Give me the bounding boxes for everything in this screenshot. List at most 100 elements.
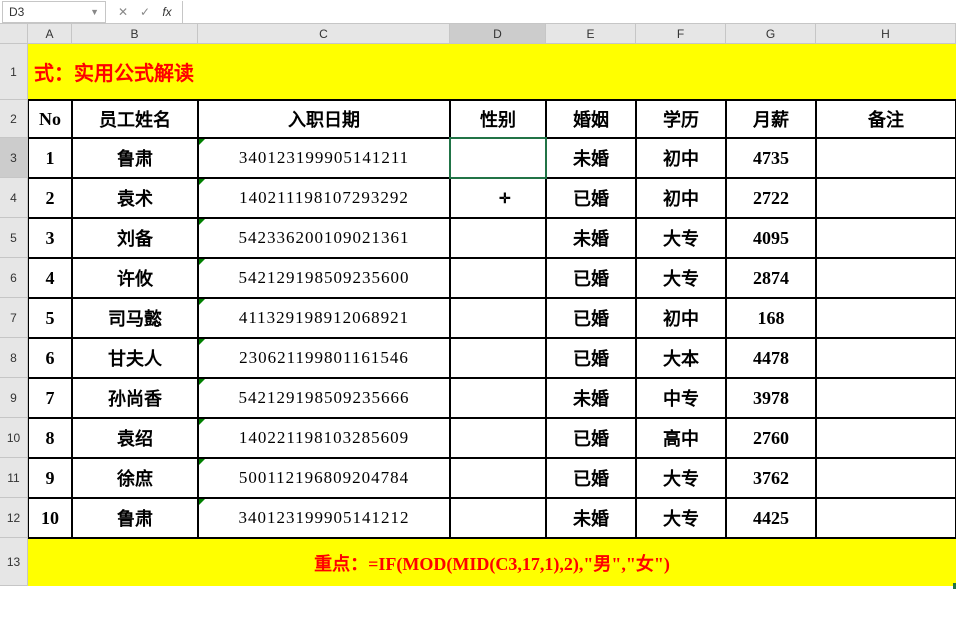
cell-gender[interactable] [450, 418, 546, 458]
row-head-12[interactable]: 12 [0, 498, 28, 538]
header-edu[interactable]: 学历 [636, 100, 726, 138]
row-head-2[interactable]: 2 [0, 100, 28, 138]
cell-marriage[interactable]: 已婚 [546, 258, 636, 298]
cell-marriage[interactable]: 已婚 [546, 458, 636, 498]
cell-remark[interactable] [816, 498, 956, 538]
cell-id[interactable]: 230621199801161546 [198, 338, 450, 378]
cell-edu[interactable]: 大专 [636, 218, 726, 258]
cell-gender[interactable] [450, 218, 546, 258]
cell-no[interactable]: 7 [28, 378, 72, 418]
cell-name[interactable]: 司马懿 [72, 298, 198, 338]
row-head-6[interactable]: 6 [0, 258, 28, 298]
cell-no[interactable]: 8 [28, 418, 72, 458]
cell-gender[interactable] [450, 498, 546, 538]
cell-salary[interactable]: 4478 [726, 338, 816, 378]
cell-salary[interactable]: 168 [726, 298, 816, 338]
name-box-dropdown-icon[interactable]: ▼ [90, 7, 99, 17]
cell-name[interactable]: 孙尚香 [72, 378, 198, 418]
name-box[interactable]: D3 ▼ [2, 1, 106, 23]
cell-gender[interactable] [450, 258, 546, 298]
cell-gender[interactable] [450, 338, 546, 378]
cell-salary[interactable]: 2722 [726, 178, 816, 218]
col-head-E[interactable]: E [546, 24, 636, 44]
cell-remark[interactable] [816, 178, 956, 218]
col-head-D[interactable]: D [450, 24, 546, 44]
header-hire[interactable]: 入职日期 [198, 100, 450, 138]
header-marriage[interactable]: 婚姻 [546, 100, 636, 138]
cell-edu[interactable]: 大专 [636, 458, 726, 498]
cell-edu[interactable]: 初中 [636, 138, 726, 178]
row-head-8[interactable]: 8 [0, 338, 28, 378]
cell-gender[interactable] [450, 378, 546, 418]
cell-remark[interactable] [816, 458, 956, 498]
cell-no[interactable]: 9 [28, 458, 72, 498]
row-head-11[interactable]: 11 [0, 458, 28, 498]
cell-id[interactable]: 542129198509235600 [198, 258, 450, 298]
cell-salary[interactable]: 2874 [726, 258, 816, 298]
cell-id[interactable]: 542129198509235666 [198, 378, 450, 418]
cell-id[interactable]: 542336200109021361 [198, 218, 450, 258]
col-head-C[interactable]: C [198, 24, 450, 44]
header-gender[interactable]: 性别 [450, 100, 546, 138]
cell-salary[interactable]: 4095 [726, 218, 816, 258]
cell-name[interactable]: 刘备 [72, 218, 198, 258]
formula-input[interactable] [182, 1, 956, 23]
cell-edu[interactable]: 大专 [636, 498, 726, 538]
cell-remark[interactable] [816, 138, 956, 178]
cancel-icon[interactable]: ✕ [116, 5, 130, 19]
cell-marriage[interactable]: 已婚 [546, 338, 636, 378]
cell-name[interactable]: 袁术 [72, 178, 198, 218]
cell-id[interactable]: 340123199905141211 [198, 138, 450, 178]
cell-id[interactable]: 140211198107293292 [198, 178, 450, 218]
row-head-13[interactable]: 13 [0, 538, 28, 586]
cell-no[interactable]: 3 [28, 218, 72, 258]
row-head-7[interactable]: 7 [0, 298, 28, 338]
col-head-B[interactable]: B [72, 24, 198, 44]
cell-salary[interactable]: 3762 [726, 458, 816, 498]
cell-name[interactable]: 鲁肃 [72, 138, 198, 178]
cell-salary[interactable]: 4425 [726, 498, 816, 538]
cell-id[interactable]: 411329198912068921 [198, 298, 450, 338]
cell-salary[interactable]: 2760 [726, 418, 816, 458]
cell-no[interactable]: 2 [28, 178, 72, 218]
cell-salary[interactable]: 3978 [726, 378, 816, 418]
cell-gender[interactable]: ✛ [450, 178, 546, 218]
select-all-corner[interactable] [0, 24, 28, 44]
row-head-1[interactable]: 1 [0, 44, 28, 100]
cell-no[interactable]: 5 [28, 298, 72, 338]
row-head-3[interactable]: 3 [0, 138, 28, 178]
cell-id[interactable]: 500112196809204784 [198, 458, 450, 498]
fx-icon[interactable]: fx [160, 5, 174, 19]
row-head-5[interactable]: 5 [0, 218, 28, 258]
cell-marriage[interactable]: 已婚 [546, 298, 636, 338]
cell-id[interactable]: 140221198103285609 [198, 418, 450, 458]
cell-name[interactable]: 甘夫人 [72, 338, 198, 378]
cell-name[interactable]: 鲁肃 [72, 498, 198, 538]
cell-remark[interactable] [816, 298, 956, 338]
cell-gender[interactable] [450, 298, 546, 338]
row-head-4[interactable]: 4 [0, 178, 28, 218]
cell-remark[interactable] [816, 338, 956, 378]
cell-edu[interactable]: 高中 [636, 418, 726, 458]
cell-gender[interactable] [450, 138, 546, 178]
cell-id[interactable]: 340123199905141212 [198, 498, 450, 538]
header-no[interactable]: No [28, 100, 72, 138]
title-banner[interactable]: 式：实用公式解读 [28, 44, 956, 100]
footer-banner[interactable]: 重点：=IF(MOD(MID(C3,17,1),2),"男","女") [28, 538, 956, 586]
cell-no[interactable]: 1 [28, 138, 72, 178]
cell-marriage[interactable]: 未婚 [546, 498, 636, 538]
col-head-F[interactable]: F [636, 24, 726, 44]
col-head-H[interactable]: H [816, 24, 956, 44]
cell-marriage[interactable]: 未婚 [546, 378, 636, 418]
header-remark[interactable]: 备注 [816, 100, 956, 138]
cell-remark[interactable] [816, 378, 956, 418]
cell-marriage[interactable]: 未婚 [546, 218, 636, 258]
cell-marriage[interactable]: 未婚 [546, 138, 636, 178]
row-head-10[interactable]: 10 [0, 418, 28, 458]
cell-no[interactable]: 6 [28, 338, 72, 378]
cell-name[interactable]: 徐庶 [72, 458, 198, 498]
col-head-G[interactable]: G [726, 24, 816, 44]
cell-gender[interactable] [450, 458, 546, 498]
cell-remark[interactable] [816, 218, 956, 258]
cell-edu[interactable]: 中专 [636, 378, 726, 418]
